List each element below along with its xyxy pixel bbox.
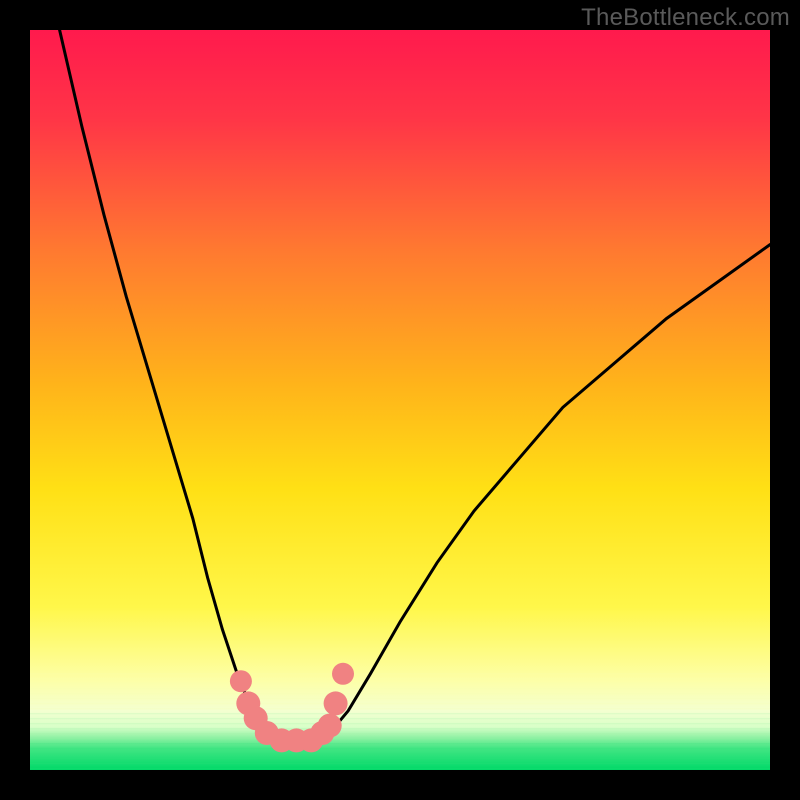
data-marker: [324, 691, 348, 715]
chart-frame: TheBottleneck.com: [0, 0, 800, 800]
chart-svg: [30, 30, 770, 770]
data-marker: [318, 714, 342, 738]
watermark-text: TheBottleneck.com: [581, 4, 790, 32]
data-marker: [332, 663, 354, 685]
gradient-background: [30, 30, 770, 770]
plot-area: [30, 30, 770, 770]
data-marker: [230, 670, 252, 692]
